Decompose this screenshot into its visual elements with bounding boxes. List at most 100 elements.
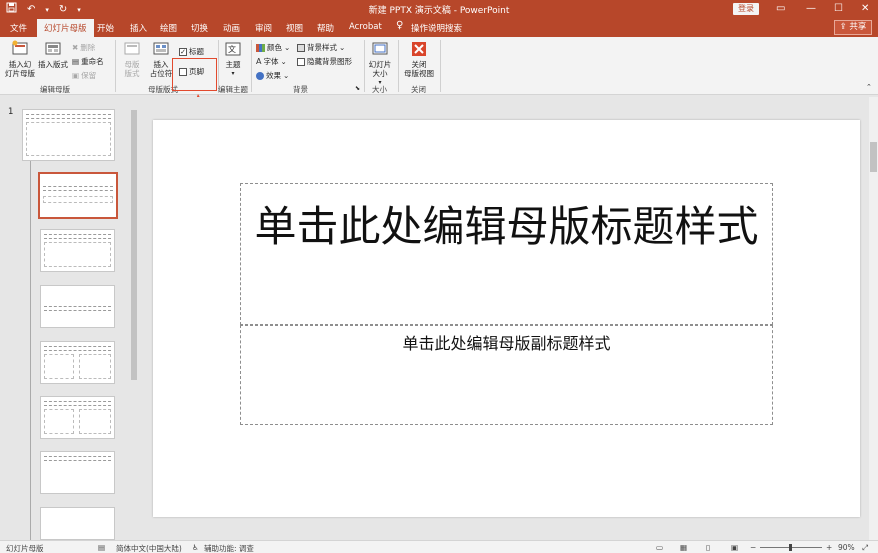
colors-icon (256, 43, 265, 52)
tab-draw[interactable]: 绘图 (160, 22, 177, 34)
layout-thumbnail-title-slide[interactable] (38, 172, 118, 219)
fonts-button[interactable]: A 字体 ⌄ (256, 56, 287, 67)
thumbnail-title-line (43, 186, 113, 191)
tab-acrobat[interactable]: Acrobat (349, 22, 382, 32)
collapse-ribbon-icon[interactable]: ⌃ (866, 83, 872, 91)
ribbon-display-options-icon[interactable]: ▭ (776, 1, 785, 16)
layout-thumbnail-blank[interactable] (40, 507, 115, 540)
tab-animations[interactable]: 动画 (223, 22, 240, 34)
tab-home[interactable]: 开始 (97, 22, 114, 34)
zoom-out-icon[interactable]: − (750, 543, 756, 552)
slideshow-icon[interactable]: ▣ (731, 543, 738, 552)
rename-icon: ▤ (72, 57, 80, 66)
preserve-icon: ▣ (72, 71, 80, 80)
rename-button[interactable]: ▤ 重命名 (72, 56, 104, 67)
accessibility-icon: ♿ (192, 543, 199, 552)
tab-slide-master[interactable]: 幻灯片母版 (37, 19, 94, 37)
hide-background-checkbox[interactable]: 隐藏背景图形 (297, 56, 352, 67)
fit-to-window-icon[interactable]: ⤢ (862, 543, 868, 553)
ribbon-tabs: 文件 幻灯片母版 开始 插入 绘图 切换 动画 审阅 视图 帮助 Acrobat… (0, 18, 878, 37)
preserve-button[interactable]: ▣ 保留 (72, 70, 96, 81)
zoom-level[interactable]: 90% (838, 543, 855, 552)
themes-label: 主题 (225, 60, 241, 69)
title-placeholder[interactable]: 单击此处编辑母版标题样式 (240, 183, 773, 325)
tab-review[interactable]: 审阅 (255, 22, 272, 34)
effects-dropdown-icon: ⌄ (283, 71, 290, 80)
share-label: 共享 (849, 22, 867, 32)
tell-me-search[interactable]: 操作说明搜索 (411, 22, 462, 34)
slide-size-label: 幻灯片 大小 (368, 60, 392, 78)
thumbnail-connector (30, 161, 31, 540)
effects-button[interactable]: 效果 ⌄ (256, 70, 289, 81)
layout-thumbnail-comparison[interactable] (40, 396, 115, 439)
zoom-slider-knob[interactable] (789, 544, 792, 551)
tab-help[interactable]: 帮助 (317, 22, 334, 34)
status-view-name: 幻灯片母版 (6, 544, 44, 553)
tab-file[interactable]: 文件 (10, 22, 27, 34)
group-label-background: 背景 (293, 85, 308, 94)
status-accessibility[interactable]: 辅助功能: 调查 (204, 543, 254, 553)
themes-button[interactable]: 文 主题 ▾ (222, 40, 244, 78)
slide-size-icon (372, 42, 388, 55)
minimize-icon[interactable]: — (806, 1, 816, 16)
layout-thumbnail-title-content[interactable] (40, 229, 115, 272)
colors-button[interactable]: 颜色 ⌄ (256, 42, 290, 53)
group-separator (398, 40, 399, 92)
master-layout-label: 母版 版式 (124, 60, 140, 78)
delete-button[interactable]: ✖ 删除 (72, 42, 95, 53)
close-master-view-icon (412, 42, 426, 56)
master-thumbnail[interactable] (22, 109, 115, 161)
group-separator (251, 40, 252, 92)
spelling-icon[interactable]: ▤ (98, 543, 105, 552)
title-checkbox[interactable]: ✓ 标题 (179, 46, 204, 57)
thumbnail-body-area (44, 354, 74, 379)
background-dialog-launcher-icon[interactable]: ⬊ (355, 85, 360, 92)
title-bar: ↶ ▾ ↻ ▾ 新建 PPTX 演示文稿 - PowerPoint 登录 ▭ —… (0, 0, 878, 18)
footer-highlight-box (172, 58, 217, 91)
group-separator (440, 40, 441, 92)
thumbnail-body-area (44, 242, 111, 267)
maximize-icon[interactable]: ☐ (834, 1, 843, 16)
status-language[interactable]: 简体中文(中国大陆) (116, 543, 182, 553)
insert-placeholder-label: 插入 占位符 (149, 60, 173, 78)
share-icon: ⇪ (839, 22, 847, 32)
colors-label: 颜色 (267, 43, 282, 52)
background-styles-dropdown-icon: ⌄ (339, 43, 346, 52)
thumbnail-scrollbar[interactable] (130, 100, 138, 540)
master-layout-button[interactable]: 母版 版式 (119, 40, 145, 78)
tab-transitions[interactable]: 切换 (191, 22, 208, 34)
thumbnail-scrollbar-thumb[interactable] (131, 110, 137, 380)
share-button[interactable]: ⇪ 共享 (834, 20, 872, 35)
layout-thumbnail-title-only[interactable] (40, 451, 115, 494)
tab-insert[interactable]: 插入 (130, 22, 147, 34)
layout-thumbnail-two-content[interactable] (40, 341, 115, 384)
group-label-size: 大小 (372, 85, 387, 94)
insert-slide-master-button[interactable]: 插入幻 灯片母版 (3, 40, 37, 78)
close-master-view-button[interactable]: 关闭 母版视图 (401, 40, 437, 78)
thumbnail-title-line (44, 306, 111, 311)
background-styles-icon (297, 43, 305, 52)
delete-icon: ✖ (72, 43, 79, 52)
insert-slide-master-icon (12, 40, 28, 55)
background-styles-button[interactable]: 背景样式 ⌄ (297, 42, 345, 53)
editor-scrollbar[interactable] (869, 97, 878, 540)
lightbulb-icon: ♀ (396, 20, 404, 31)
login-button[interactable]: 登录 (733, 3, 759, 15)
editor-scrollbar-thumb[interactable] (870, 142, 877, 172)
thumbnail-body-area (44, 409, 74, 434)
slide-size-button[interactable]: 幻灯片 大小 ▾ (366, 40, 394, 87)
insert-layout-label: 插入版式 (38, 60, 68, 69)
group-label-close: 关闭 (411, 85, 426, 94)
reading-view-icon[interactable]: ▯ (706, 543, 710, 552)
tab-view[interactable]: 视图 (286, 22, 303, 34)
layout-thumbnail-section-header[interactable] (40, 285, 115, 328)
slide-number: 1 (8, 107, 14, 117)
zoom-in-icon[interactable]: + (826, 543, 832, 552)
subtitle-placeholder[interactable]: 单击此处编辑母版副标题样式 (240, 325, 773, 425)
fonts-label: 字体 (263, 57, 279, 66)
slide-sorter-icon[interactable]: ▦ (680, 543, 687, 552)
insert-layout-button[interactable]: 插入版式 (37, 40, 69, 69)
normal-view-icon[interactable]: ▭ (656, 543, 663, 552)
close-window-icon[interactable]: ✕ (861, 1, 869, 16)
thumbnail-body-area (26, 122, 111, 156)
